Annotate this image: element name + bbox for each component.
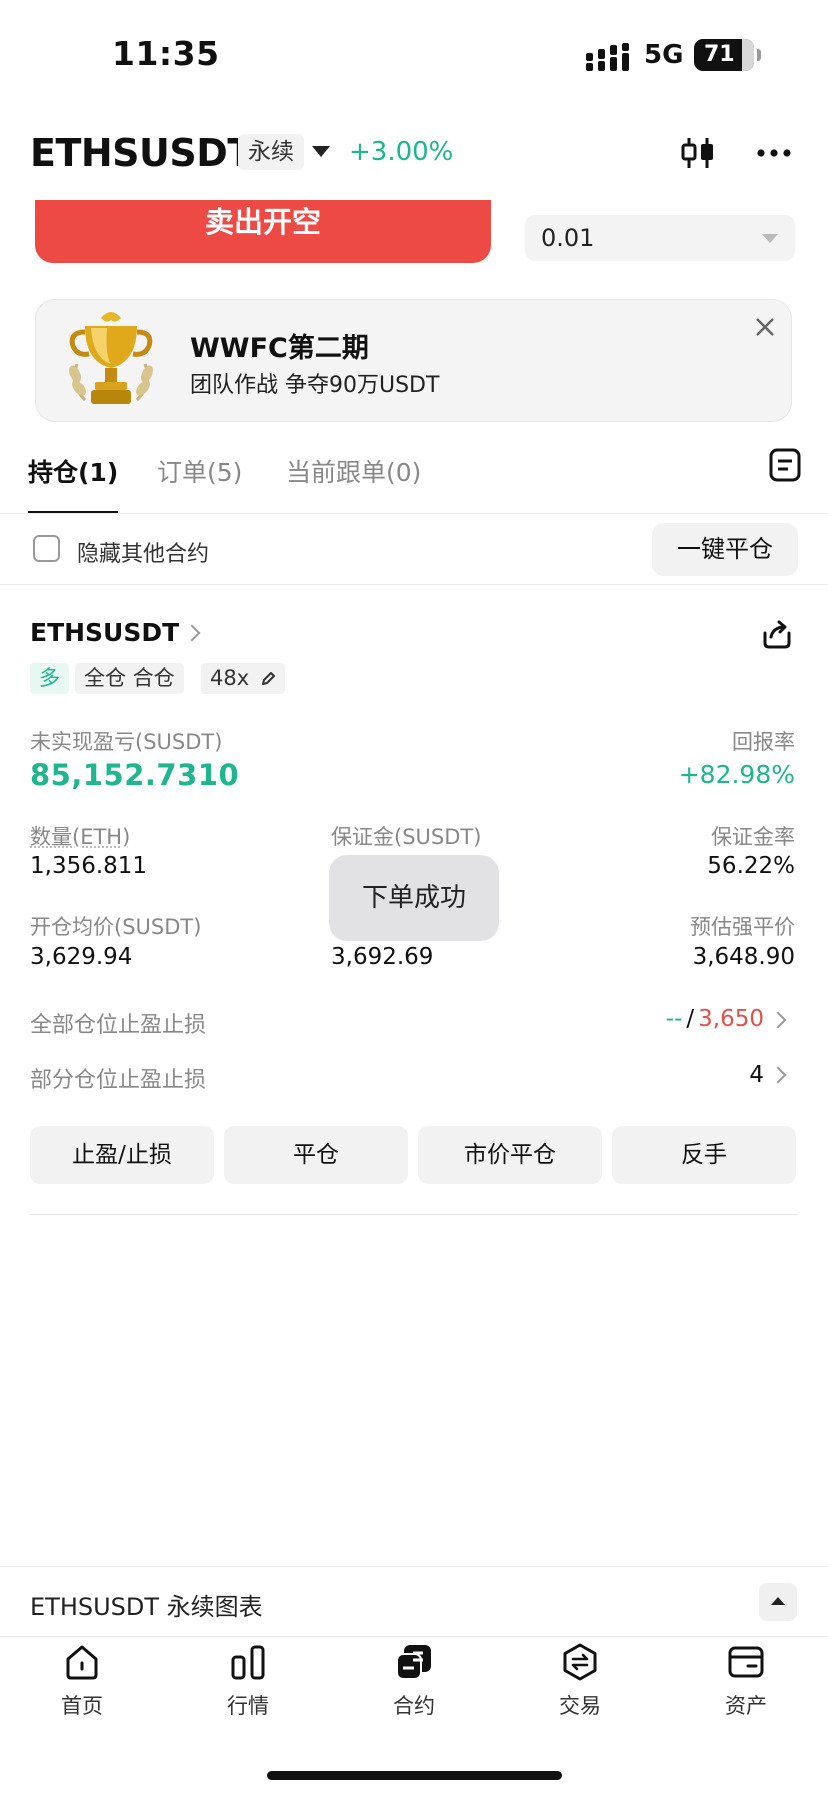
tpsl-button[interactable]: 止盈/止损: [30, 1126, 214, 1184]
banner-title: WWFC第二期: [190, 333, 369, 364]
quantity-select[interactable]: 0.01: [525, 215, 795, 261]
chevron-up-icon[interactable]: [759, 1583, 797, 1621]
price-change: +3.00%: [349, 137, 454, 167]
divider: [30, 1214, 798, 1215]
partial-tpsl-label[interactable]: 部分仓位止盈止损: [30, 1062, 206, 1094]
nav-label: 合约: [393, 1694, 435, 1718]
symbol-title[interactable]: ETHSUSDT: [30, 131, 253, 175]
divider: [0, 1636, 828, 1637]
size-value: 1,356.811: [30, 853, 148, 879]
nav-trade[interactable]: 交易: [520, 1642, 640, 1720]
reverse-position-button[interactable]: 反手: [612, 1126, 796, 1184]
battery-icon: 71: [694, 39, 754, 71]
full-tpsl-label[interactable]: 全部仓位止盈止损: [30, 1007, 206, 1039]
chart-footer-label[interactable]: ETHSUSDT 永续图表: [30, 1587, 263, 1622]
chevron-right-icon[interactable]: [769, 1011, 787, 1029]
nav-label: 交易: [559, 1694, 601, 1718]
entry-price-value: 3,629.94: [30, 944, 133, 970]
chevron-down-icon[interactable]: [312, 146, 330, 157]
candlestick-chart-icon[interactable]: [680, 135, 716, 171]
chevron-down-icon: [762, 234, 778, 243]
network-type: 5G: [644, 40, 684, 70]
margin-label: 保证金(SUSDT): [331, 825, 482, 849]
roe-label: 回报率: [732, 730, 795, 754]
more-icon[interactable]: [756, 140, 792, 166]
trophy-icon: [69, 312, 153, 404]
tab-positions[interactable]: 持仓(1): [28, 453, 118, 489]
nav-label: 资产: [725, 1694, 767, 1718]
mark-price-value: 3,692.69: [331, 944, 434, 970]
sell-short-button[interactable]: 卖出开空: [35, 200, 491, 263]
leverage-value: 48x: [210, 666, 250, 690]
chevron-right-icon[interactable]: [183, 624, 201, 642]
margin-ratio-value: 56.22%: [707, 853, 795, 879]
nav-assets[interactable]: 资产: [686, 1642, 806, 1720]
signal-icon: [586, 43, 629, 71]
close-icon[interactable]: [754, 316, 776, 338]
toast-message: 下单成功: [329, 855, 499, 941]
unrealized-pnl-label: 未实现盈亏(SUSDT): [30, 730, 223, 754]
hide-others-label[interactable]: 隐藏其他合约: [77, 536, 209, 568]
battery-tip: [757, 49, 761, 61]
unrealized-pnl-value: 85,152.7310: [30, 758, 240, 792]
close-position-button[interactable]: 平仓: [224, 1126, 408, 1184]
separator: /: [686, 1006, 695, 1032]
stop-loss-value: 3,650: [698, 1006, 764, 1032]
futures-icon: [396, 1645, 431, 1680]
home-icon: [66, 1645, 98, 1680]
margin-ratio-label: 保证金率: [711, 825, 795, 849]
entry-price-label: 开仓均价(SUSDT): [30, 915, 202, 939]
edit-icon: [261, 672, 275, 685]
tab-orders[interactable]: 订单(5): [157, 453, 242, 489]
full-tpsl-values[interactable]: --/3,650: [666, 1006, 764, 1032]
document-icon[interactable]: [769, 448, 801, 482]
status-time: 11:35: [112, 34, 220, 73]
nav-market[interactable]: 行情: [188, 1642, 308, 1720]
side-badge: 多: [30, 663, 69, 694]
nav-label: 首页: [61, 1694, 103, 1718]
nav-futures[interactable]: 合约: [354, 1642, 474, 1720]
divider: [0, 1566, 828, 1567]
margin-mode-badge[interactable]: 全仓 合仓: [75, 663, 184, 694]
share-icon[interactable]: [761, 619, 793, 651]
battery-level: 71: [704, 42, 735, 67]
size-label[interactable]: 数量(ETH): [30, 821, 130, 851]
tab-copy-trading[interactable]: 当前跟单(0): [286, 453, 421, 489]
wallet-icon: [728, 1646, 764, 1678]
roe-value: +82.98%: [678, 760, 795, 789]
home-indicator: [267, 1771, 562, 1780]
market-close-button[interactable]: 市价平仓: [418, 1126, 602, 1184]
position-symbol[interactable]: ETHSUSDT: [30, 618, 179, 647]
leverage-badge[interactable]: 48x: [201, 663, 285, 694]
liq-price-label: 预估强平价: [690, 915, 795, 939]
nav-label: 行情: [227, 1694, 269, 1718]
market-icon: [231, 1645, 265, 1680]
chevron-right-icon[interactable]: [769, 1066, 787, 1084]
divider: [0, 513, 828, 514]
take-profit-value: --: [665, 1006, 683, 1032]
trade-icon: [563, 1643, 597, 1681]
contract-type-badge[interactable]: 永续: [238, 134, 304, 170]
nav-home[interactable]: 首页: [22, 1642, 142, 1720]
hide-others-checkbox[interactable]: [33, 535, 60, 562]
banner-subtitle: 团队作战 争夺90万USDT: [190, 373, 440, 398]
close-all-button[interactable]: 一键平仓: [652, 523, 798, 576]
partial-tpsl-count: 4: [749, 1062, 764, 1088]
divider: [0, 584, 828, 585]
liq-price-value: 3,648.90: [692, 944, 795, 970]
